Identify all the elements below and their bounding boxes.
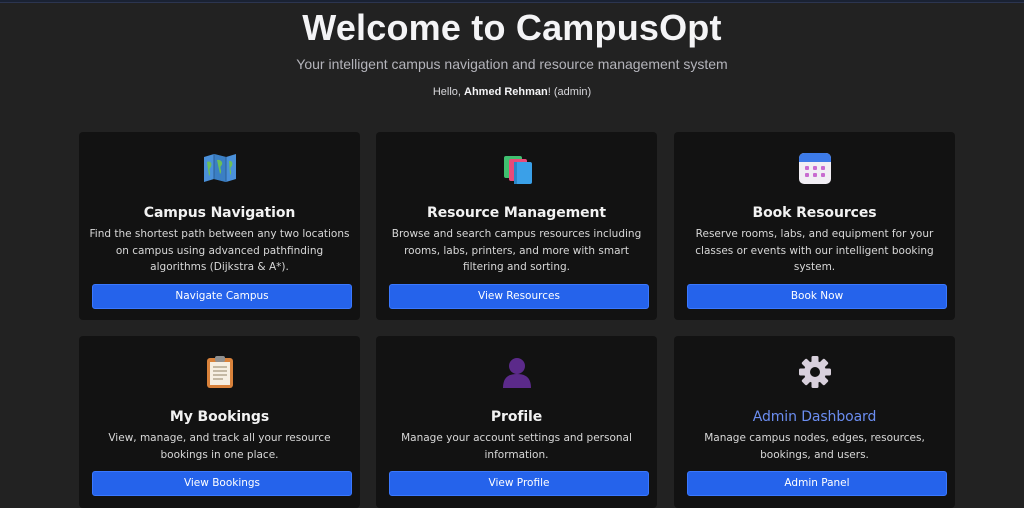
user-greeting: Hello, Ahmed Rehman! (admin) [0,85,1024,99]
card-title: Campus Navigation [143,205,296,221]
card-profile: Profile Manage your account settings and… [376,336,657,508]
greeting-suffix: ! (admin) [547,86,592,98]
card-admin-dashboard: Admin Dashboard Manage campus nodes, edg… [674,336,955,508]
user-name: Ahmed Rehman [464,86,548,98]
view-resources-button[interactable]: View Resources [389,284,649,309]
card-title: Profile [490,409,543,425]
card-my-bookings: My Bookings View, manage, and track all … [79,336,360,508]
page-subtitle: Your intelligent campus navigation and r… [296,56,728,72]
admin-panel-button[interactable]: Admin Panel [687,471,947,496]
card-description: Find the shortest path between any two l… [89,228,350,273]
view-profile-button[interactable]: View Profile [389,471,649,496]
card-title[interactable]: Admin Dashboard [674,408,955,426]
books-icon [376,150,657,186]
card-description: Reserve rooms, labs, and equipment for y… [695,228,934,273]
user-silhouette-icon [376,354,657,390]
card-description: View, manage, and track all your resourc… [108,432,331,461]
card-description: Manage campus nodes, edges, resources, b… [704,432,925,461]
page-title: Welcome to CampusOpt [302,7,722,48]
card-description: Browse and search campus resources inclu… [391,228,642,273]
greeting-prefix: Hello, [432,86,465,98]
card-title: My Bookings [169,409,270,425]
gear-icon [674,354,955,390]
calendar-icon [674,150,955,186]
card-title: Book Resources [752,205,877,221]
navigate-campus-button[interactable]: Navigate Campus [92,284,352,309]
map-icon [79,150,360,186]
clipboard-icon [79,354,360,390]
card-book-resources: Book Resources Reserve rooms, labs, and … [674,132,955,320]
card-campus-navigation: Campus Navigation Find the shortest path… [79,132,360,320]
book-now-button[interactable]: Book Now [687,284,947,309]
view-bookings-button[interactable]: View Bookings [92,471,352,496]
top-border [0,0,1024,3]
card-description: Manage your account settings and persona… [401,432,632,461]
card-resource-management: Resource Management Browse and search ca… [376,132,657,320]
card-title: Resource Management [427,205,606,221]
